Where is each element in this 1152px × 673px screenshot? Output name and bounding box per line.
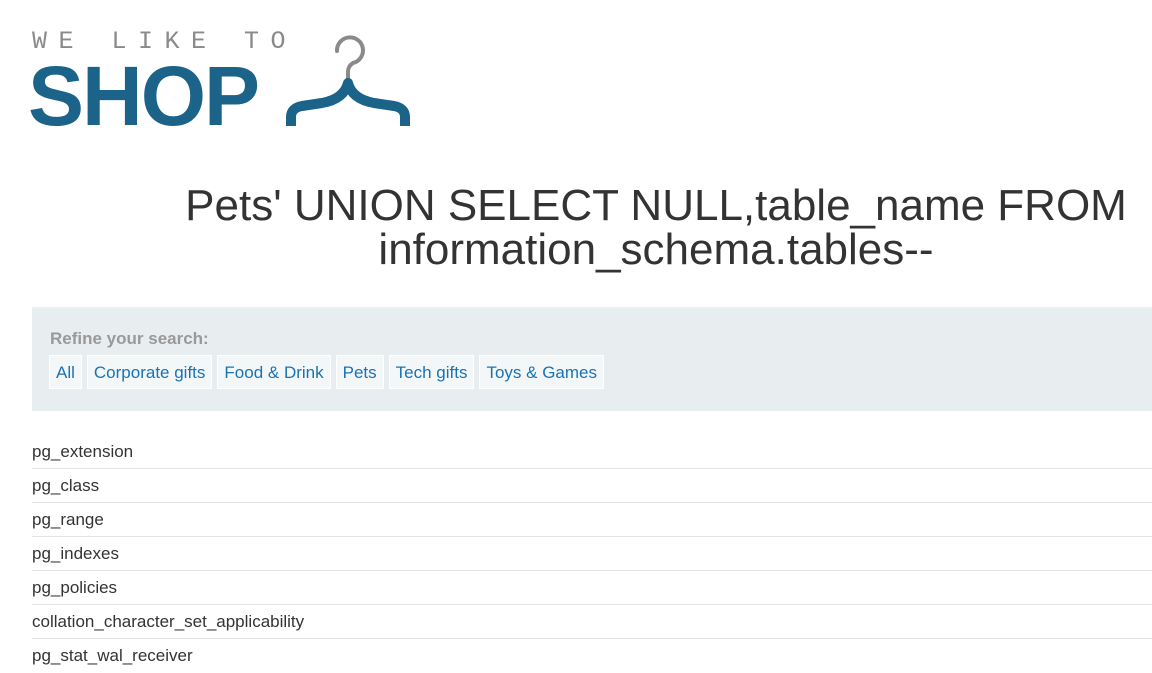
table-row: pg_extension [32,435,1152,469]
filter-all[interactable]: All [49,355,82,389]
filter-pets[interactable]: Pets [335,355,384,389]
filter-list: All Corporate gifts Food & Drink Pets Te… [49,355,604,389]
page-title: Pets' UNION SELECT NULL,table_name FROM … [185,181,1127,274]
filter-corporate-gifts[interactable]: Corporate gifts [86,355,213,389]
table-row: pg_class [32,469,1152,503]
page: WE LIKE TO SHOP Pets' UNION SELECT NULL,… [0,0,1152,673]
filter-food-drink[interactable]: Food & Drink [217,355,331,389]
table-row: pg_stat_wal_receiver [32,646,193,665]
filter-toys-games[interactable]: Toys & Games [479,355,604,389]
filter-label: Refine your search: [50,329,209,348]
results-table: pg_extension pg_class pg_range pg_indexe… [32,435,1152,673]
hanger-icon [286,35,410,126]
filter-tech-gifts[interactable]: Tech gifts [388,355,475,389]
logo-brand: SHOP [28,49,260,143]
table-row: pg_policies [32,571,1152,605]
filter-panel: Refine your search: All Corporate gifts … [32,307,1152,411]
site-logo[interactable]: WE LIKE TO SHOP [28,26,430,143]
table-row: collation_character_set_applicability [32,605,1152,639]
table-row: pg_indexes [32,537,1152,571]
table-row: pg_range [32,503,1152,537]
